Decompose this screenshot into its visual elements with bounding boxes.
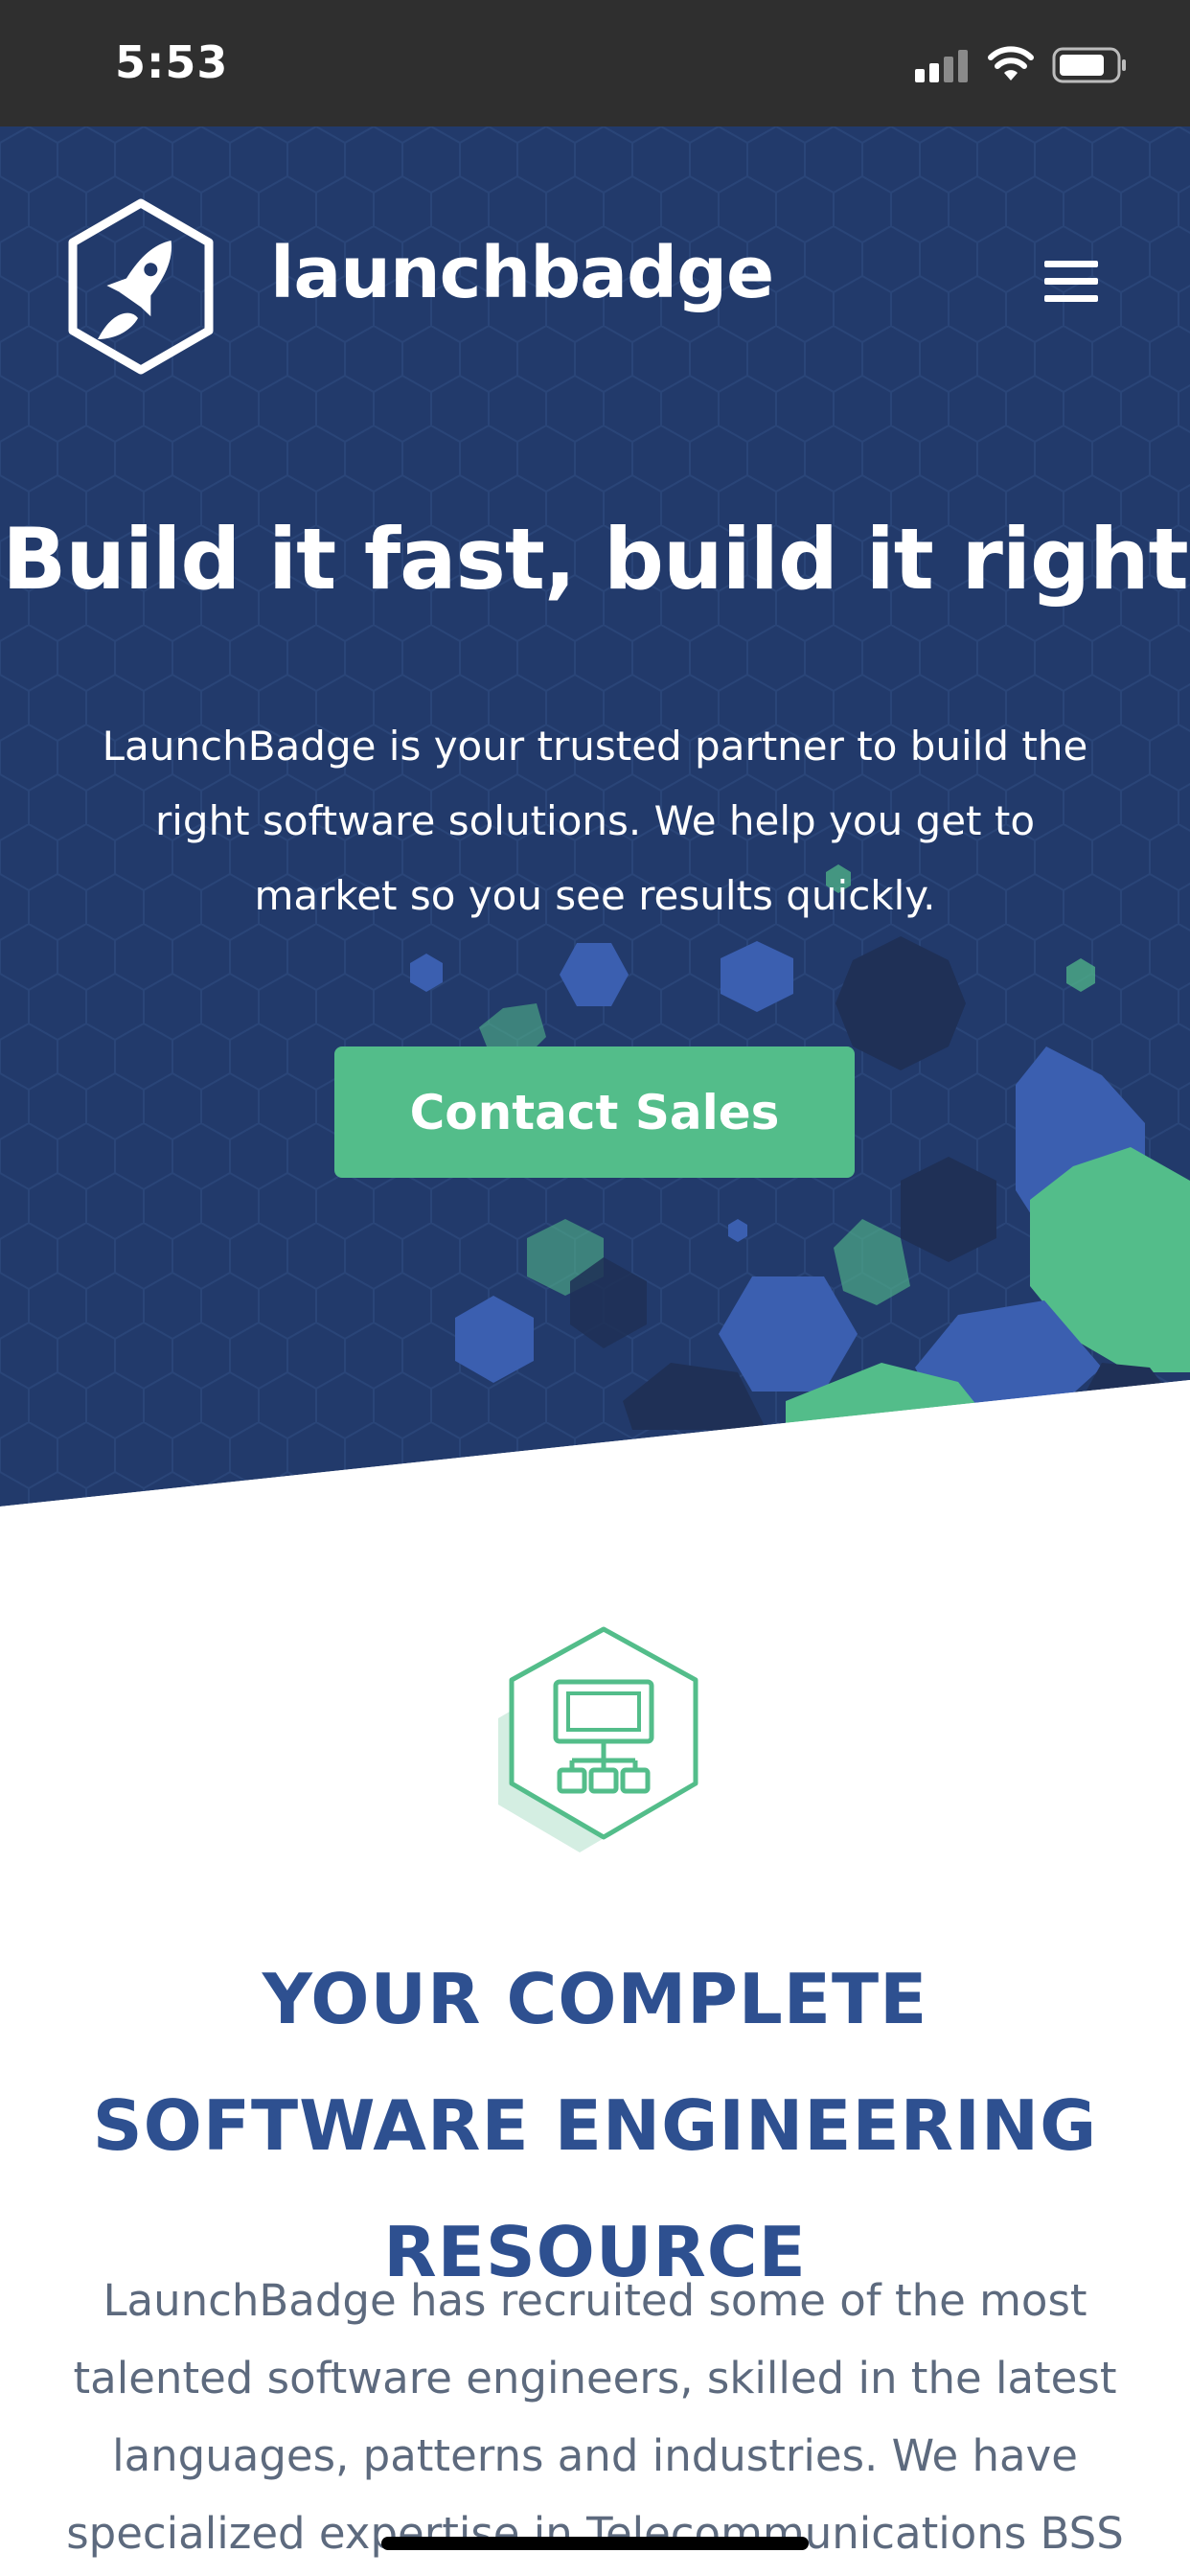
hamburger-menu-icon[interactable] bbox=[1044, 261, 1104, 307]
hero-section: launchbadge Build it fast, build it righ… bbox=[0, 126, 1190, 1506]
contact-sales-button[interactable]: Contact Sales bbox=[334, 1046, 855, 1178]
status-bar: 5:53 bbox=[0, 0, 1190, 126]
cellular-signal-icon bbox=[915, 48, 969, 82]
hero-description: LaunchBadge is your trusted partner to b… bbox=[102, 723, 1088, 919]
brand-name[interactable]: launchbadge bbox=[270, 232, 774, 314]
battery-icon bbox=[1052, 47, 1126, 83]
home-indicator[interactable] bbox=[381, 2537, 809, 2550]
section-description: LaunchBadge has recruited some of the mo… bbox=[66, 2275, 1124, 2559]
hero-title: Build it fast, build it right bbox=[2, 510, 1188, 609]
status-time: 5:53 bbox=[115, 36, 229, 88]
rocket-logo-icon[interactable] bbox=[59, 196, 222, 378]
network-diagram-icon bbox=[498, 1626, 698, 1852]
wifi-icon bbox=[988, 46, 1034, 80]
section-title: YOUR COMPLETE SOFTWARE ENGINEERING RESOU… bbox=[92, 1959, 1098, 2292]
